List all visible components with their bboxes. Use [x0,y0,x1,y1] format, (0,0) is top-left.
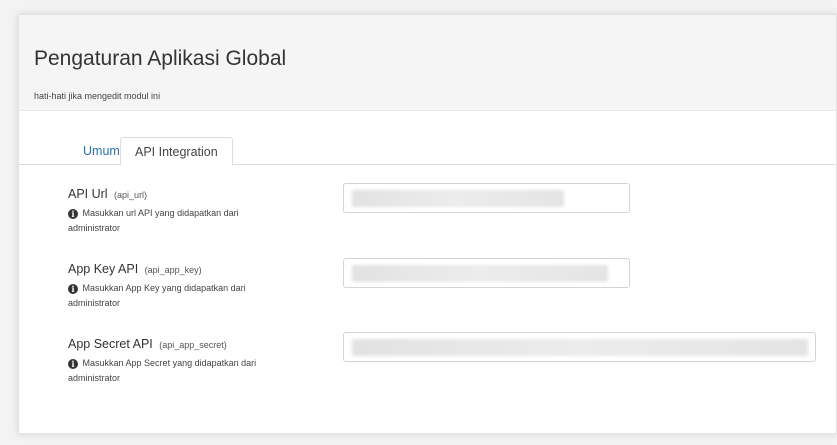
app-key-help-text: Masukkan App Key yang didapatkan dari [82,283,246,293]
page-subtitle: hati-hati jika mengedit modul ini [34,91,161,101]
api-url-help-text: Masukkan url API yang didapatkan dari [82,208,239,218]
app-key-input[interactable] [343,258,630,288]
info-circle-icon: i [68,209,78,219]
info-circle-icon: i [68,359,78,369]
settings-panel: Pengaturan Aplikasi Global hati-hati jik… [18,14,837,434]
app-secret-help: i Masukkan App Secret yang didapatkan da… [68,356,308,386]
page-title: Pengaturan Aplikasi Global [34,47,287,70]
app-key-key: (api_app_key) [144,265,202,275]
tab-api-integration[interactable]: API Integration [120,137,233,166]
tab-bar: Umum API Integration [19,125,836,166]
form-row-app-key: App Key API (api_app_key) i Masukkan App… [68,258,837,311]
form-row-api-url: API Url (api_url) i Masukkan url API yan… [68,183,837,236]
api-url-key: (api_url) [114,190,148,200]
app-secret-label: App Secret API [68,337,153,351]
app-secret-input[interactable] [343,332,816,362]
app-key-help-text-2: administrator [68,298,121,308]
app-secret-help-text: Masukkan App Secret yang didapatkan dari [82,358,257,368]
api-url-label: API Url [68,187,108,201]
app-secret-help-text-2: administrator [68,373,121,383]
info-circle-icon: i [68,284,78,294]
app-secret-key: (api_app_secret) [159,340,227,350]
api-url-help: i Masukkan url API yang didapatkan dari … [68,206,308,236]
app-key-label: App Key API [68,262,139,276]
app-secret-value-redacted [352,339,808,356]
api-url-value-redacted [352,190,564,207]
app-key-value-redacted [352,265,608,282]
panel-heading: Pengaturan Aplikasi Global hati-hati jik… [19,15,836,111]
api-url-help-text-2: administrator [68,223,121,233]
form-row-app-secret: App Secret API (api_app_secret) i Masukk… [68,332,837,386]
api-url-input[interactable] [343,183,630,213]
app-key-help: i Masukkan App Key yang didapatkan dari … [68,281,308,311]
